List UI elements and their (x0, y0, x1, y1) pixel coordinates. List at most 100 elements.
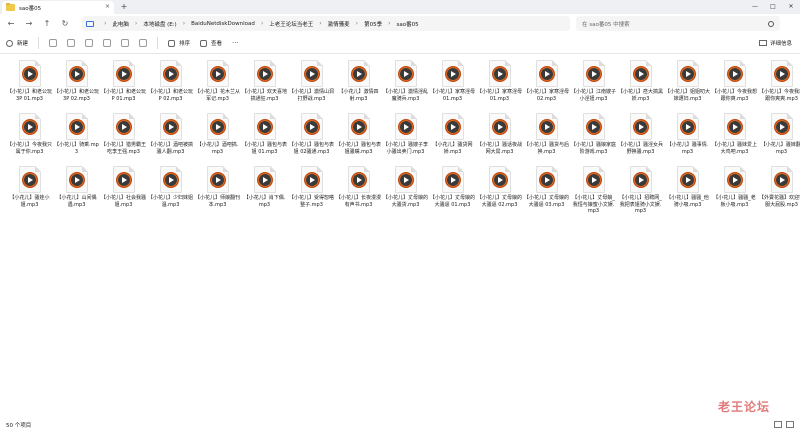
file-item[interactable]: 【小花儿】姐姐叨大妹遭妇.mp3 (664, 60, 711, 113)
file-item[interactable]: 【小花儿】激情山洞打野战.mp3 (288, 60, 335, 113)
disc-center (540, 173, 553, 186)
file-item[interactable]: 【小花儿】受得恕嗒整子.mp3 (288, 166, 335, 219)
file-item[interactable]: 【小花儿】丈母娘的大骚货.mp3 (382, 166, 429, 219)
file-item[interactable]: 【小花儿】激情四射.mp3 (335, 60, 382, 113)
file-item[interactable]: 【小花儿】骚妹爱上大鸡吧.mp3 (711, 113, 758, 166)
file-item[interactable]: 【小花儿】猎男霸王吃李王强.mp3 (100, 113, 147, 166)
file-item[interactable]: 【小花儿】家寒淫母 01.mp3 (429, 60, 476, 113)
file-item[interactable]: 【小花儿】骚嫂子李小骚出卖门.mp3 (382, 113, 429, 166)
up-button[interactable]: ↑ (40, 17, 54, 31)
share-icon[interactable] (121, 39, 130, 47)
file-item[interactable]: 【小花儿】今夜我想跟你爽爽.mp3 (758, 60, 800, 113)
minimize-button[interactable]: — (746, 0, 764, 14)
breadcrumb-item[interactable]: 本地磁盘 (E:) (143, 20, 176, 28)
file-item[interactable]: 【小花儿】长夜漫漫有声书.mp3 (335, 166, 382, 219)
play-icon (685, 70, 691, 77)
forward-button[interactable]: → (22, 17, 36, 31)
disc-center (587, 120, 600, 133)
play-icon (168, 123, 174, 130)
file-item[interactable]: 【小花儿】社会我骚姐.mp3 (100, 166, 147, 219)
disc-center (775, 67, 788, 80)
file-name: 【小花儿】骚骚_老板小吸.mp3 (713, 195, 756, 208)
details-button[interactable]: 详细信息 (758, 39, 792, 47)
file-item[interactable]: 【小花儿】骚包与表姐 02骚通.mp3 (288, 113, 335, 166)
play-icon (685, 123, 691, 130)
paste-icon[interactable] (85, 39, 94, 47)
file-name: 【小花儿】家寒淫母 01.mp3 (477, 89, 523, 102)
file-item[interactable]: 【小花儿】丈母娘的大骚逼 02.mp3 (476, 166, 523, 219)
file-item[interactable]: 【小花儿】痉大搞黑妖.mp3 (617, 60, 664, 113)
file-item[interactable]: 【小花儿】骑乘.mp3 (53, 113, 100, 166)
file-item[interactable]: 【小花儿】骚包与表姐骚嘴.mp3 (335, 113, 382, 166)
file-item[interactable]: 【小花儿】家寒淫母 01.mp3 (476, 60, 523, 113)
file-item[interactable]: 【小花儿】骚事情.mp3 (664, 113, 711, 166)
file-item[interactable]: 【小花儿】骚骚_他骑小吸.mp3 (664, 166, 711, 219)
file-item[interactable]: 【小花儿】师娘翻刊本.mp3 (194, 166, 241, 219)
tiles-view-icon[interactable] (786, 421, 794, 428)
file-item[interactable]: 【小花儿】骚话夜战网大屌.mp3 (476, 113, 523, 166)
breadcrumb-item[interactable]: sao番05 (396, 20, 418, 28)
maximize-button[interactable]: □ (764, 0, 782, 14)
breadcrumb-item[interactable]: 激情骚麦 (328, 20, 350, 28)
file-item[interactable]: 【外賣花骚】欢迎客服大屁股.mp3 (758, 166, 800, 219)
play-icon (403, 70, 409, 77)
breadcrumb-item[interactable]: 此电脑 (112, 20, 129, 28)
media-disc-icon (256, 65, 273, 82)
rename-icon[interactable] (103, 39, 112, 47)
breadcrumb-item[interactable]: 上老王论坛当老王 (269, 20, 313, 28)
file-item[interactable]: 【小花儿】和老公玩P 02.mp3 (147, 60, 194, 113)
copy-icon[interactable] (67, 39, 76, 47)
file-item[interactable]: 【小花儿】酒吧搞.mp3 (194, 113, 241, 166)
file-item[interactable]: 【小花儿】丈母娘_我恒与娘蜜小文娱.mp3 (570, 166, 617, 219)
search-icon (768, 20, 774, 27)
audio-file-icon (535, 113, 558, 140)
file-item[interactable]: 【小花儿】骚淫女兵野换骚.mp3 (617, 113, 664, 166)
file-item[interactable]: 【小花儿】骚货与后换.mp3 (523, 113, 570, 166)
file-item[interactable]: 【小花儿】激情淫乱魔骑兵.mp3 (382, 60, 429, 113)
file-item[interactable]: 【小花儿】骚娘家庭阶游戏.mp3 (570, 113, 617, 166)
file-item[interactable]: 【小花儿】骚骚_老板小吸.mp3 (711, 166, 758, 219)
play-icon (356, 123, 362, 130)
file-item[interactable]: 【小花儿】招聘网_我把表姐骑小文娱.mp3 (617, 166, 664, 219)
file-item[interactable]: 【小花儿】骚货网娇.mp3 (429, 113, 476, 166)
file-item[interactable]: 【小花儿】骚包与表姐 01.mp3 (241, 113, 288, 166)
close-button[interactable]: ✕ (782, 0, 800, 14)
media-disc-icon (209, 171, 226, 188)
tab-current[interactable]: sao番05 × (2, 1, 114, 14)
file-item[interactable]: 【小花儿】江南嫂子小淫妞.mp3 (570, 60, 617, 113)
file-item[interactable]: 【小花儿】家寒淫母 02.mp3 (523, 60, 570, 113)
file-item[interactable]: 【小花儿】花木兰从军记.mp3 (194, 60, 241, 113)
file-item[interactable]: 【小花儿】骚妹翻.mp3 (758, 113, 800, 166)
search-input[interactable]: 在 sao番05 中搜索 (576, 16, 780, 31)
tab-close-icon[interactable]: × (105, 3, 110, 10)
file-item[interactable]: 【小花儿】和老公玩P 01.mp3 (100, 60, 147, 113)
breadcrumb-item[interactable]: BaiduNetdiskDownload (191, 21, 255, 27)
cut-icon[interactable] (49, 39, 58, 47)
view-button[interactable]: 查看 (200, 39, 222, 47)
breadcrumb-item[interactable]: 第05季 (364, 20, 382, 28)
file-item[interactable]: 【小花儿】今夜我想跟你爽.mp3 (711, 60, 758, 113)
more-options-button[interactable]: ··· (232, 39, 239, 47)
media-disc-icon (303, 65, 320, 82)
new-tab-button[interactable]: + (118, 0, 130, 14)
file-item[interactable]: 【小花儿】丈母娘的大骚逼 01.mp3 (429, 166, 476, 219)
play-icon (121, 123, 127, 130)
details-view-icon[interactable] (774, 421, 782, 428)
back-button[interactable]: ← (4, 17, 18, 31)
file-item[interactable]: 【小花儿】肖下偶.mp3 (241, 166, 288, 219)
file-item[interactable]: 【小花儿】酒吧被搞骚人翻.mp3 (147, 113, 194, 166)
file-item[interactable]: 【小花儿】少妇妹姐温.mp3 (147, 166, 194, 219)
new-button[interactable]: 新建 (6, 39, 28, 47)
file-item[interactable]: 【小花儿】和老公玩3P 01.mp3 (6, 60, 53, 113)
breadcrumb[interactable]: › 此电脑 › 本地磁盘 (E:) › BaiduNetdiskDownload… (82, 16, 570, 31)
file-item[interactable]: 【小花儿】和老公玩3P 02.mp3 (53, 60, 100, 113)
file-item[interactable]: 【小花儿】骚娃小姐.mp3 (6, 166, 53, 219)
file-item[interactable]: 【小花儿】山间偶遇.mp3 (53, 166, 100, 219)
sort-button[interactable]: 排序 (168, 39, 190, 47)
audio-file-icon (112, 113, 135, 140)
file-item[interactable]: 【小花儿】欢天喜地搞通狂.mp3 (241, 60, 288, 113)
file-item[interactable]: 【小花儿】今夜我只属于你.mp3 (6, 113, 53, 166)
file-item[interactable]: 【小花儿】丈母娘的大骚逼 03.mp3 (523, 166, 570, 219)
delete-icon[interactable] (139, 39, 148, 47)
refresh-button[interactable]: ↻ (58, 17, 72, 31)
